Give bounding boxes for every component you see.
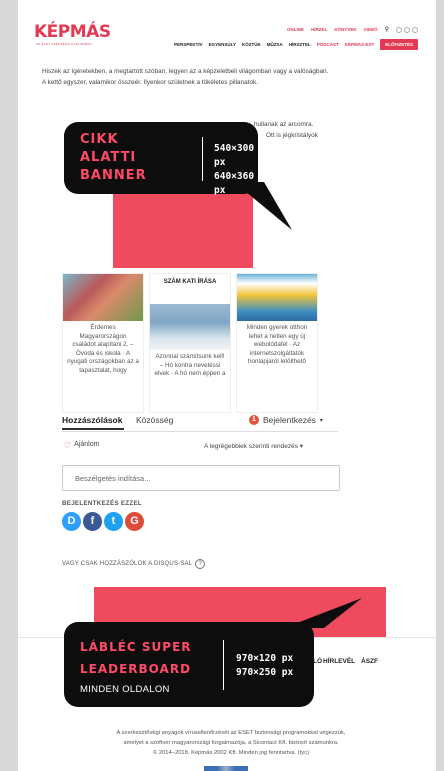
facebook-icon[interactable] bbox=[404, 26, 410, 33]
twitter-icon[interactable]: t bbox=[104, 512, 123, 531]
notification-badge: 1 bbox=[249, 415, 259, 425]
footer-link-terms[interactable]: ÁSZF bbox=[361, 658, 378, 665]
nav-podcast[interactable]: PODCAST bbox=[317, 42, 339, 47]
callout-sizes: 970×120 px 970×250 px bbox=[236, 653, 294, 678]
related-image bbox=[237, 274, 317, 321]
nav-koztuk[interactable]: KÖZTÜK bbox=[242, 42, 261, 47]
tab-comments[interactable]: Hozzászólások bbox=[62, 415, 122, 425]
social-icons bbox=[396, 26, 418, 33]
copyright: © 2014–2018. Képmás 2002 Kft. Minden jog… bbox=[152, 750, 310, 756]
article-banner-ad[interactable] bbox=[113, 188, 253, 268]
chevron-down-icon: ▾ bbox=[319, 417, 323, 424]
callout-footer-leaderboard: LÁBLÉC SUPER LEADERBOARD 970×120 px 970×… bbox=[64, 598, 362, 707]
login-label: Bejelentkezés bbox=[263, 415, 316, 425]
related-author: SZÁM KATI ÍRÁSA bbox=[163, 279, 217, 285]
comments-divider bbox=[62, 431, 338, 432]
active-tab-underline bbox=[62, 428, 124, 430]
related-image bbox=[63, 274, 143, 321]
search-icon[interactable]: ⚲ bbox=[385, 26, 389, 33]
tab-community[interactable]: Közösség bbox=[136, 415, 173, 425]
article-paragraph-tail: hullanak az arcomra. bbox=[254, 121, 314, 128]
callout-title: LÁBLÉC SUPER LEADERBOARD bbox=[80, 640, 192, 676]
kepmas-logo[interactable]: KÉPMÁS bbox=[34, 22, 111, 42]
footer-legal: A szerkesztőségi anyagok vírusellenőrzés… bbox=[38, 728, 424, 758]
footer-link-newsletter[interactable]: HÍRLEVÉL bbox=[323, 658, 355, 665]
recommend-button[interactable]: ♡ Ajánlom bbox=[64, 441, 99, 450]
callout-divider bbox=[223, 640, 224, 690]
nav-egyensuly[interactable]: EGYENSÚLY bbox=[209, 42, 236, 47]
article-paragraph-tail-2: Ott is jégkristályok bbox=[266, 132, 318, 139]
sort-dropdown[interactable]: A legrégebbiek szerinti rendezés ▾ bbox=[204, 442, 303, 450]
callout-title: CIKK ALATTI BANNER bbox=[80, 132, 147, 183]
main-navigation: PERSPEKTÍV EGYENSÚLY KÖZTÜK MŰZSA HÍRSZT… bbox=[174, 39, 418, 50]
disqus-icon[interactable]: D bbox=[62, 512, 81, 531]
login-services: D f t G bbox=[62, 512, 144, 531]
nav-muzsa[interactable]: MŰZSA bbox=[267, 42, 283, 47]
login-menu[interactable]: 1 Bejelentkezés ▾ bbox=[249, 415, 323, 425]
guest-comment-option[interactable]: VAGY CSAK HOZZÁSZÓLOK A DISQUS-SAL ? bbox=[62, 559, 206, 569]
comment-input[interactable]: Beszélgetés indítása... bbox=[62, 465, 340, 491]
related-articles: Érdemes Magyarországon családot alapítan… bbox=[62, 273, 358, 413]
logo-tagline: AZ ÉLET SZÉPSÉGE CSALÁDBAN bbox=[36, 42, 92, 46]
chevron-down-icon: ▾ bbox=[299, 443, 304, 450]
related-card[interactable]: SZÁM KATI ÍRÁSA Azonnal számítsunk kell!… bbox=[149, 273, 231, 413]
instagram-icon[interactable] bbox=[396, 26, 402, 33]
footer-link[interactable]: LÓ bbox=[313, 658, 322, 665]
related-card[interactable]: Érdemes Magyarországon családot alapítan… bbox=[62, 273, 144, 413]
related-card[interactable]: Minden gyerek otthon lehet a netlen egy … bbox=[236, 273, 318, 413]
topnav-konyvek[interactable]: KÖNYVEK bbox=[334, 27, 356, 32]
nav-kepmas-est[interactable]: KÉPMÁS-EST bbox=[345, 42, 375, 47]
callout-divider bbox=[202, 137, 203, 181]
top-navigation: ONLINE HÍRZEL KÖNYVEK VIDEÓ ⚲ bbox=[287, 26, 418, 33]
article-paragraph: Hiszek az ígéretekben, a megtartott szób… bbox=[42, 68, 329, 86]
callout-pointer bbox=[284, 598, 362, 628]
recommend-label: Ajánlom bbox=[74, 441, 100, 448]
related-image bbox=[150, 304, 230, 350]
callout-article-banner: CIKK ALATTI BANNER 540×300 px 640×360 px bbox=[64, 122, 292, 230]
help-icon[interactable]: ? bbox=[195, 559, 206, 569]
payment-logos bbox=[204, 766, 248, 771]
nav-perspektiv[interactable]: PERSPEKTÍV bbox=[174, 42, 203, 47]
heart-icon: ♡ bbox=[64, 441, 72, 450]
facebook-icon[interactable]: f bbox=[83, 512, 102, 531]
related-text: Minden gyerek otthon lehet a netlen egy … bbox=[246, 324, 308, 365]
comments-tabs: Hozzászólások Közösség 1 Bejelentkezés ▾ bbox=[62, 415, 352, 431]
related-text: Érdemes Magyarországon családot alapítan… bbox=[67, 324, 139, 374]
subscribe-button[interactable]: ELŐFIZETÉS bbox=[380, 39, 418, 50]
callout-pointer bbox=[234, 182, 292, 230]
topnav-online[interactable]: ONLINE bbox=[287, 27, 304, 32]
page: KÉPMÁS AZ ÉLET SZÉPSÉGE CSALÁDBAN ONLINE… bbox=[18, 0, 436, 771]
login-with-label: BEJELENTKEZÉS EZZEL bbox=[62, 500, 142, 507]
callout-note: MINDEN OLDALON bbox=[80, 684, 170, 695]
google-icon[interactable]: G bbox=[125, 512, 144, 531]
related-text: Azonnal számítsunk kell! – Hó kontra nev… bbox=[154, 353, 226, 377]
youtube-icon[interactable] bbox=[412, 26, 418, 33]
nav-hirsztel[interactable]: HÍRSZTEL bbox=[289, 42, 311, 47]
topnav-hirzel[interactable]: HÍRZEL bbox=[311, 27, 327, 32]
topnav-video[interactable]: VIDEÓ bbox=[364, 27, 378, 32]
